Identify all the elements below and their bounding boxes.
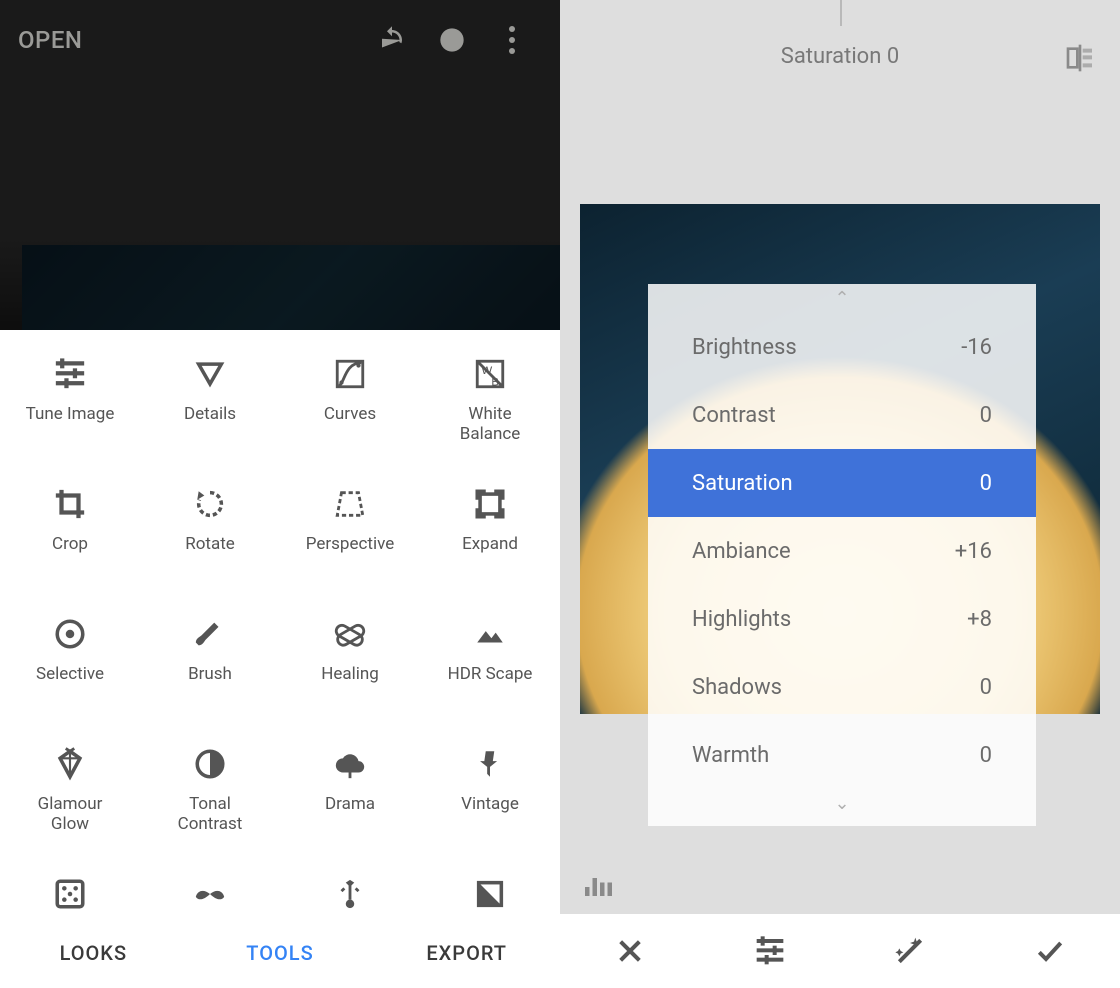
tool-label: White Balance xyxy=(460,404,521,445)
tool-crop[interactable]: Crop xyxy=(0,472,140,564)
param-value: 0 xyxy=(980,403,992,428)
guitar-icon xyxy=(333,872,367,916)
param-name: Warmth xyxy=(692,743,769,768)
tools-screen: OPEN Tune Image Details Curves White Bal… xyxy=(0,0,560,988)
undo-stack-icon[interactable] xyxy=(362,25,422,55)
histogram-icon[interactable] xyxy=(582,866,618,906)
tool-label: Brush xyxy=(188,664,232,684)
mountains-icon xyxy=(473,612,507,656)
brush-icon xyxy=(193,612,227,656)
param-name: Highlights xyxy=(692,607,791,632)
tool-brush[interactable]: Brush xyxy=(140,602,280,694)
moustache-icon xyxy=(193,872,227,916)
tool-rotate[interactable]: Rotate xyxy=(140,472,280,564)
param-value: 0 xyxy=(980,471,992,496)
tune-image-screen: Saturation 0 ⌃ Brightness-16Contrast0Sat… xyxy=(560,0,1120,988)
tool-label: Tonal Contrast xyxy=(178,794,243,835)
tool-hdr[interactable]: HDR Scape xyxy=(420,602,560,694)
tool-tune[interactable]: Tune Image xyxy=(0,342,140,434)
value-slider-tick xyxy=(840,0,842,26)
tool-selective[interactable]: Selective xyxy=(0,602,140,694)
bw-square-icon xyxy=(473,872,507,916)
tool-wb[interactable]: White Balance xyxy=(420,342,560,455)
current-parameter-label: Saturation 0 xyxy=(560,44,1120,69)
tool-label: Details xyxy=(184,404,236,424)
tool-label: Curves xyxy=(324,404,376,424)
wb-icon xyxy=(473,352,507,396)
param-shadows[interactable]: Shadows 0 xyxy=(648,653,1036,721)
sliders-button[interactable] xyxy=(700,935,840,967)
sliders-icon xyxy=(53,352,87,396)
top-app-bar: OPEN xyxy=(0,0,560,80)
magic-button[interactable] xyxy=(840,935,980,967)
overflow-menu-icon[interactable] xyxy=(482,26,542,54)
tool-label: HDR Scape xyxy=(448,664,533,684)
tool-label: Drama xyxy=(325,794,375,814)
tab-looks[interactable]: LOOKS xyxy=(0,941,187,965)
tool-label: Selective xyxy=(36,664,104,684)
perspective-icon xyxy=(333,482,367,526)
tools-sheet: Tune Image Details Curves White Balance … xyxy=(0,330,560,988)
tool-label: Glamour Glow xyxy=(38,794,103,835)
tool-persp[interactable]: Perspective xyxy=(280,472,420,564)
half-circle-icon xyxy=(193,742,227,786)
param-warmth[interactable]: Warmth 0 xyxy=(648,721,1036,789)
param-value: -16 xyxy=(961,335,992,360)
param-contrast[interactable]: Contrast 0 xyxy=(648,381,1036,449)
tool-label: Vintage xyxy=(461,794,519,814)
tool-label: Healing xyxy=(321,664,379,684)
info-icon[interactable] xyxy=(422,26,482,54)
rotate-icon xyxy=(193,482,227,526)
param-value: +16 xyxy=(955,539,992,564)
pushpin-icon xyxy=(473,742,507,786)
close-button[interactable] xyxy=(560,935,700,967)
tool-details[interactable]: Details xyxy=(140,342,280,434)
tool-label: Rotate xyxy=(185,534,235,554)
accept-button[interactable] xyxy=(980,935,1120,967)
curves-icon xyxy=(333,352,367,396)
param-name: Saturation xyxy=(692,471,793,496)
target-icon xyxy=(53,612,87,656)
triangle-down-icon xyxy=(193,352,227,396)
crop-icon xyxy=(53,482,87,526)
tab-tools[interactable]: TOOLS xyxy=(187,941,374,965)
chevron-down-icon: ⌄ xyxy=(648,789,1036,818)
chevron-up-icon: ⌃ xyxy=(648,284,1036,313)
tool-expand[interactable]: Expand xyxy=(420,472,560,564)
tab-export[interactable]: EXPORT xyxy=(373,941,560,965)
tool-label: Crop xyxy=(52,534,88,554)
die-five-icon xyxy=(53,872,87,916)
compare-icon[interactable] xyxy=(1064,42,1096,78)
tools-grid: Tune Image Details Curves White Balance … xyxy=(0,330,560,988)
cloud-icon xyxy=(333,742,367,786)
tool-healing[interactable]: Healing xyxy=(280,602,420,694)
param-saturation[interactable]: Saturation 0 xyxy=(648,449,1036,517)
bottom-actions xyxy=(560,914,1120,988)
diamond-icon xyxy=(53,742,87,786)
param-name: Ambiance xyxy=(692,539,791,564)
tool-label: Perspective xyxy=(306,534,394,554)
param-value: +8 xyxy=(967,607,992,632)
param-name: Shadows xyxy=(692,675,782,700)
param-value: 0 xyxy=(980,675,992,700)
tool-label: Tune Image xyxy=(26,404,115,424)
param-highlights[interactable]: Highlights +8 xyxy=(648,585,1036,653)
param-value: 0 xyxy=(980,743,992,768)
bandage-icon xyxy=(333,612,367,656)
tool-vintage[interactable]: Vintage xyxy=(420,732,560,824)
tool-tonal[interactable]: Tonal Contrast xyxy=(140,732,280,845)
expand-icon xyxy=(473,482,507,526)
open-button[interactable]: OPEN xyxy=(18,26,82,54)
parameter-list: ⌃ Brightness -16 Contrast 0 Saturation 0 Ambia… xyxy=(648,284,1036,826)
tool-curves[interactable]: Curves xyxy=(280,342,420,434)
tool-label: Expand xyxy=(462,534,518,554)
bottom-tabs: LOOKSTOOLSEXPORT xyxy=(0,918,560,988)
param-ambiance[interactable]: Ambiance +16 xyxy=(648,517,1036,585)
param-name: Brightness xyxy=(692,335,797,360)
tool-drama[interactable]: Drama xyxy=(280,732,420,824)
tool-glow[interactable]: Glamour Glow xyxy=(0,732,140,845)
param-name: Contrast xyxy=(692,403,776,428)
param-brightness[interactable]: Brightness -16 xyxy=(648,313,1036,381)
